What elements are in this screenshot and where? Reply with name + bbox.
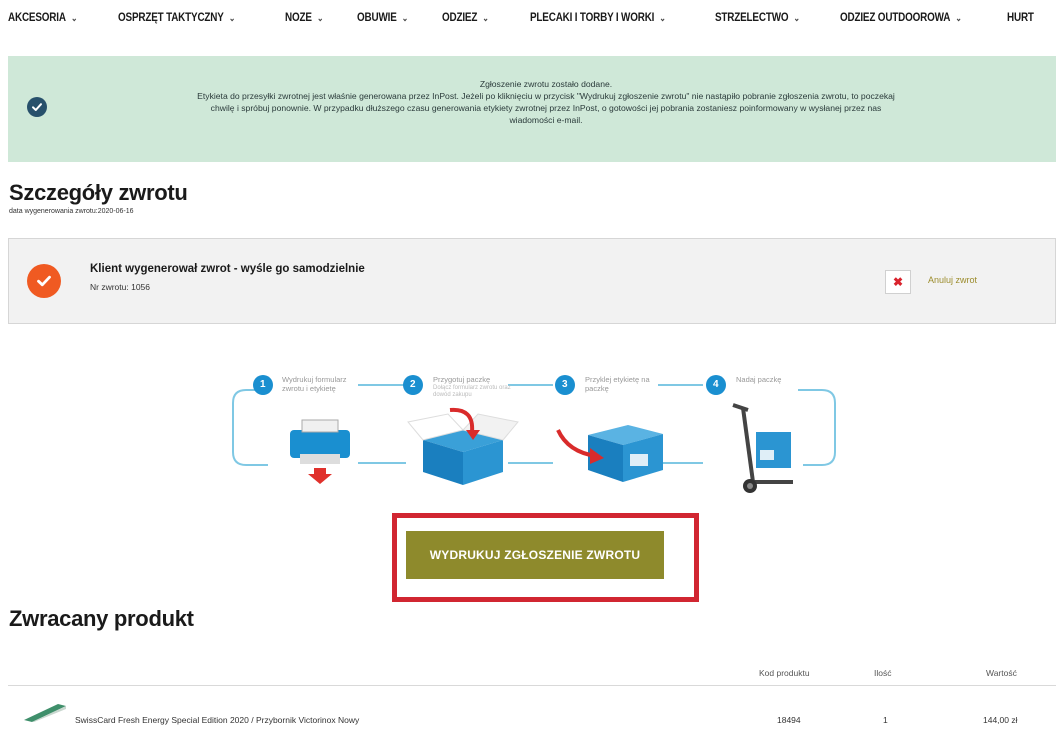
nav-item-akcesoria[interactable]: AKCESORIA ⌄ [8,12,77,24]
chevron-down-icon: ⌄ [401,13,409,23]
nav-item-hurt[interactable]: HURT [1007,12,1034,24]
closed-box-icon [556,425,663,482]
step-label: Przyklej etykietę na paczkę [585,375,650,393]
nav-item-label: PLECAKI I TORBY I WORKI [530,12,655,24]
status-title: Klient wygenerował zwrot - wyśle go samo… [90,263,365,275]
return-number: Nr zwrotu: 1056 [90,282,150,292]
cancel-return-button[interactable]: ✖ [885,270,911,294]
chevron-down-icon: ⌄ [659,13,666,23]
main-nav: AKCESORIA ⌄ OSPRZĘT TAKTYCZNY ⌄ NOZE ⌄ OBUW… [0,0,1056,40]
step-label: Wydrukuj formularz zwrotu i etykietę [282,375,347,393]
return-steps-graphic: 1 2 3 4 Wydrukuj formularz zwrotu i etyki… [228,370,840,500]
return-date: data wygenerowania zwrotu:2020-06-16 [9,208,134,215]
column-header-qty: Ilość [874,668,892,678]
nav-item-label: STRZELECTWO [715,12,789,24]
product-qty: 1 [883,715,888,725]
table-divider [8,685,1056,686]
chevron-down-icon: ⌄ [793,13,800,23]
alert-message: Zgłoszenie zwrotu zostało dodane. Etykie… [56,78,1036,126]
return-status-box: Klient wygenerował zwrot - wyśle go samo… [8,238,1056,324]
nav-item-label: OBUWIE [357,12,397,24]
alert-line: wiadomości e-mail. [509,115,583,125]
chevron-down-icon: ⌄ [316,13,324,23]
product-value: 144,00 zł [983,715,1018,725]
column-header-code: Kod produktu [759,668,810,678]
step-label: Przygotuj paczkę [433,375,491,384]
column-header-value: Wartość [986,668,1017,678]
step-sublabel: Dołącz formularz zwrotu oraz dowód zakup… [433,385,511,398]
step-number: 1 [260,379,266,390]
nav-item-label: AKCESORIA [8,12,66,24]
nav-item-label: HURT [1007,12,1034,24]
nav-item-odziez[interactable]: ODZIEZ ⌄ [442,12,489,24]
returned-product-title: Zwracany produkt [9,606,194,631]
step-number: 2 [410,379,416,390]
print-return-button[interactable]: WYDRUKUJ ZGŁOSZENIE ZWROTU [406,531,664,579]
nav-item-label: ODZIEZ OUTDOOROWA [840,12,951,24]
nav-item-label: OSPRZĘT TAKTYCZNY [118,12,224,24]
success-alert: Zgłoszenie zwrotu zostało dodane. Etykie… [8,56,1056,162]
check-circle-icon [27,264,61,298]
nav-item-odziez-outdoorowa[interactable]: ODZIEZ OUTDOOROWA ⌄ [840,12,962,24]
chevron-down-icon: ⌄ [70,13,78,23]
page-title: Szczegóły zwrotu [9,180,188,205]
chevron-down-icon: ⌄ [482,13,489,23]
check-circle-icon [27,97,47,117]
alert-line: Etykieta do przesyłki zwrotnej jest właś… [197,91,895,101]
nav-item-plecaki[interactable]: PLECAKI I TORBY I WORKI ⌄ [530,12,666,24]
close-icon: ✖ [892,275,904,289]
nav-item-label: NOZE [285,12,312,24]
nav-item-osprzet-taktyczny[interactable]: OSPRZĘT TAKTYCZNY ⌄ [118,12,235,24]
chevron-down-icon: ⌄ [955,13,962,23]
hand-truck-icon [732,403,793,493]
step-number: 3 [562,379,568,390]
product-thumbnail [24,704,66,722]
nav-item-obuwie[interactable]: OBUWIE ⌄ [357,12,408,24]
alert-line: chwilę i spróbuj ponownie. W przypadku d… [210,103,882,113]
step-label: Nadaj paczkę [736,375,782,384]
nav-item-noze[interactable]: NOZE ⌄ [285,12,323,24]
alert-line: Zgłoszenie zwrotu zostało dodane. [479,79,613,89]
cancel-return-link[interactable]: Anuluj zwrot [928,275,977,285]
step-number: 4 [713,379,719,390]
product-code: 18494 [777,715,801,725]
nav-item-label: ODZIEZ [442,12,478,24]
open-box-icon [407,407,519,485]
nav-item-strzelectwo[interactable]: STRZELECTWO ⌄ [715,12,800,24]
printer-icon [290,419,350,484]
product-name[interactable]: SwissCard Fresh Energy Special Edition 2… [75,715,359,725]
chevron-down-icon: ⌄ [228,13,236,23]
